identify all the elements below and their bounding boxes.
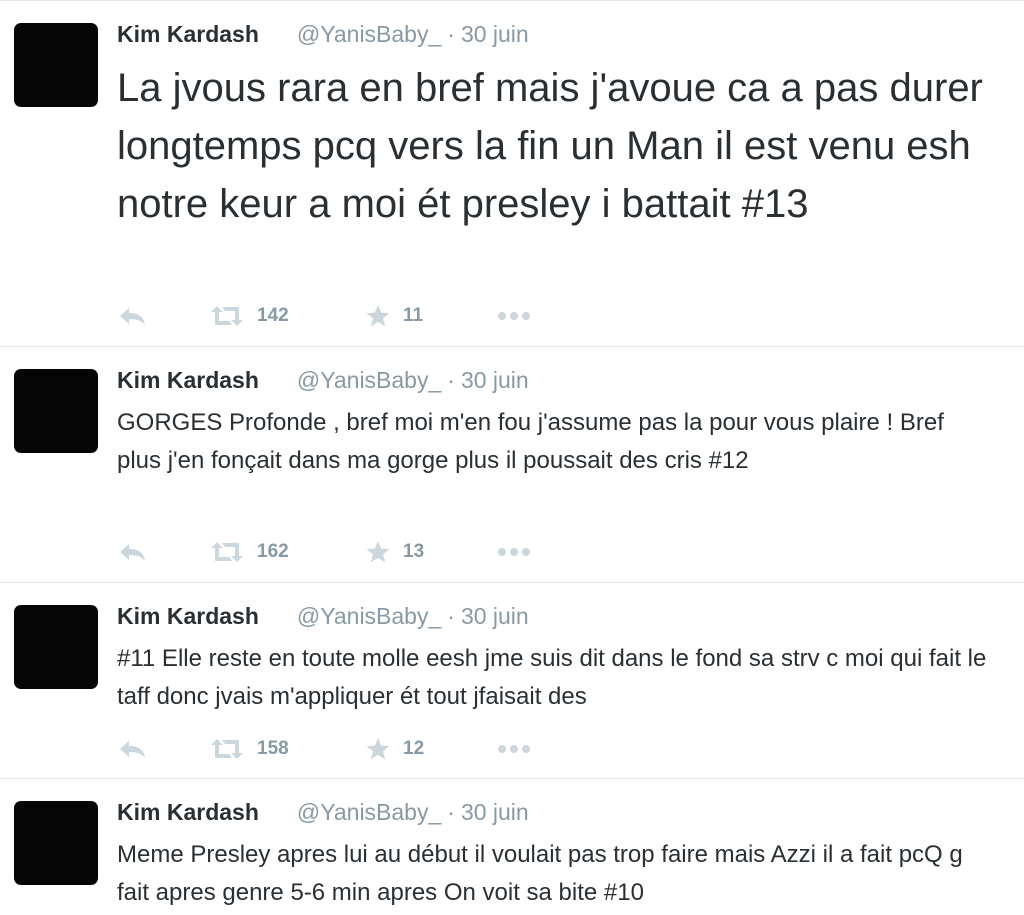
tweet-header: Kim Kardash @YanisBaby_ · 30 juin — [117, 799, 529, 826]
tweet-header: Kim Kardash @YanisBaby_ · 30 juin — [117, 21, 529, 48]
user-handle[interactable]: @YanisBaby_ — [297, 799, 441, 826]
tweet[interactable]: Kim Kardash @YanisBaby_ · 30 juin Meme P… — [0, 778, 1024, 915]
tweet-actions: 162 13 — [117, 537, 531, 567]
reply-icon — [120, 741, 145, 758]
tweet[interactable]: Kim Kardash @YanisBaby_ · 30 juin GORGES… — [0, 346, 1024, 582]
tweet[interactable]: Kim Kardash @YanisBaby_ · 30 juin La jvo… — [0, 0, 1024, 346]
retweet-icon — [211, 542, 243, 562]
more-icon — [498, 548, 530, 556]
more-icon — [498, 312, 530, 320]
reply-icon — [120, 544, 145, 561]
retweet-button[interactable]: 162 — [209, 541, 365, 563]
avatar[interactable] — [14, 605, 98, 689]
star-icon — [366, 738, 390, 760]
user-handle[interactable]: @YanisBaby_ — [297, 603, 441, 630]
more-button[interactable] — [497, 547, 531, 557]
reply-button[interactable] — [117, 738, 209, 760]
retweet-icon — [211, 306, 243, 326]
user-handle[interactable]: @YanisBaby_ — [297, 367, 441, 394]
more-icon — [498, 745, 530, 753]
tweet-text: Meme Presley apres lui au début il voula… — [117, 841, 963, 906]
tweet-header: Kim Kardash @YanisBaby_ · 30 juin — [117, 603, 529, 630]
favorite-button[interactable]: 12 — [365, 737, 497, 761]
reply-icon — [120, 308, 145, 325]
favorite-count: 11 — [403, 305, 424, 326]
favorite-count: 12 — [403, 738, 425, 759]
user-name[interactable]: Kim Kardash — [117, 603, 259, 630]
more-button[interactable] — [497, 311, 531, 321]
separator: · — [447, 603, 455, 629]
star-icon — [366, 541, 390, 563]
reply-button[interactable] — [117, 541, 209, 563]
user-name[interactable]: Kim Kardash — [117, 367, 259, 394]
retweet-icon — [211, 739, 243, 759]
more-button[interactable] — [497, 744, 531, 754]
tweet-actions: 142 11 — [117, 301, 531, 331]
star-icon — [366, 305, 390, 327]
separator: · — [447, 367, 455, 393]
retweet-button[interactable]: 158 — [209, 738, 365, 760]
retweet-count: 162 — [257, 541, 289, 562]
avatar[interactable] — [14, 23, 98, 107]
retweet-count: 158 — [257, 738, 289, 759]
user-name[interactable]: Kim Kardash — [117, 21, 259, 48]
tweet-actions: 158 12 — [117, 734, 531, 764]
retweet-button[interactable]: 142 — [209, 305, 365, 327]
tweet-text: #11 Elle reste en toute molle eesh jme s… — [117, 645, 987, 710]
retweet-count: 142 — [257, 305, 289, 326]
user-name[interactable]: Kim Kardash — [117, 799, 259, 826]
tweet-header: Kim Kardash @YanisBaby_ · 30 juin — [117, 367, 529, 394]
tweet-text: GORGES Profonde , bref moi m'en fou j'as… — [117, 409, 944, 474]
reply-button[interactable] — [117, 305, 209, 327]
separator: · — [447, 799, 455, 825]
tweet-text: La jvous rara en bref mais j'avoue ca a … — [117, 66, 983, 226]
favorite-button[interactable]: 13 — [365, 540, 497, 564]
timeline: Kim Kardash @YanisBaby_ · 30 juin La jvo… — [0, 0, 1024, 915]
timestamp[interactable]: 30 juin — [461, 21, 529, 48]
user-handle[interactable]: @YanisBaby_ — [297, 21, 441, 48]
avatar[interactable] — [14, 801, 98, 885]
separator: · — [447, 21, 455, 47]
timestamp[interactable]: 30 juin — [461, 367, 529, 394]
timestamp[interactable]: 30 juin — [461, 603, 529, 630]
favorite-button[interactable]: 11 — [365, 304, 497, 328]
avatar[interactable] — [14, 369, 98, 453]
favorite-count: 13 — [403, 541, 425, 562]
timestamp[interactable]: 30 juin — [461, 799, 529, 826]
tweet[interactable]: Kim Kardash @YanisBaby_ · 30 juin #11 El… — [0, 582, 1024, 778]
